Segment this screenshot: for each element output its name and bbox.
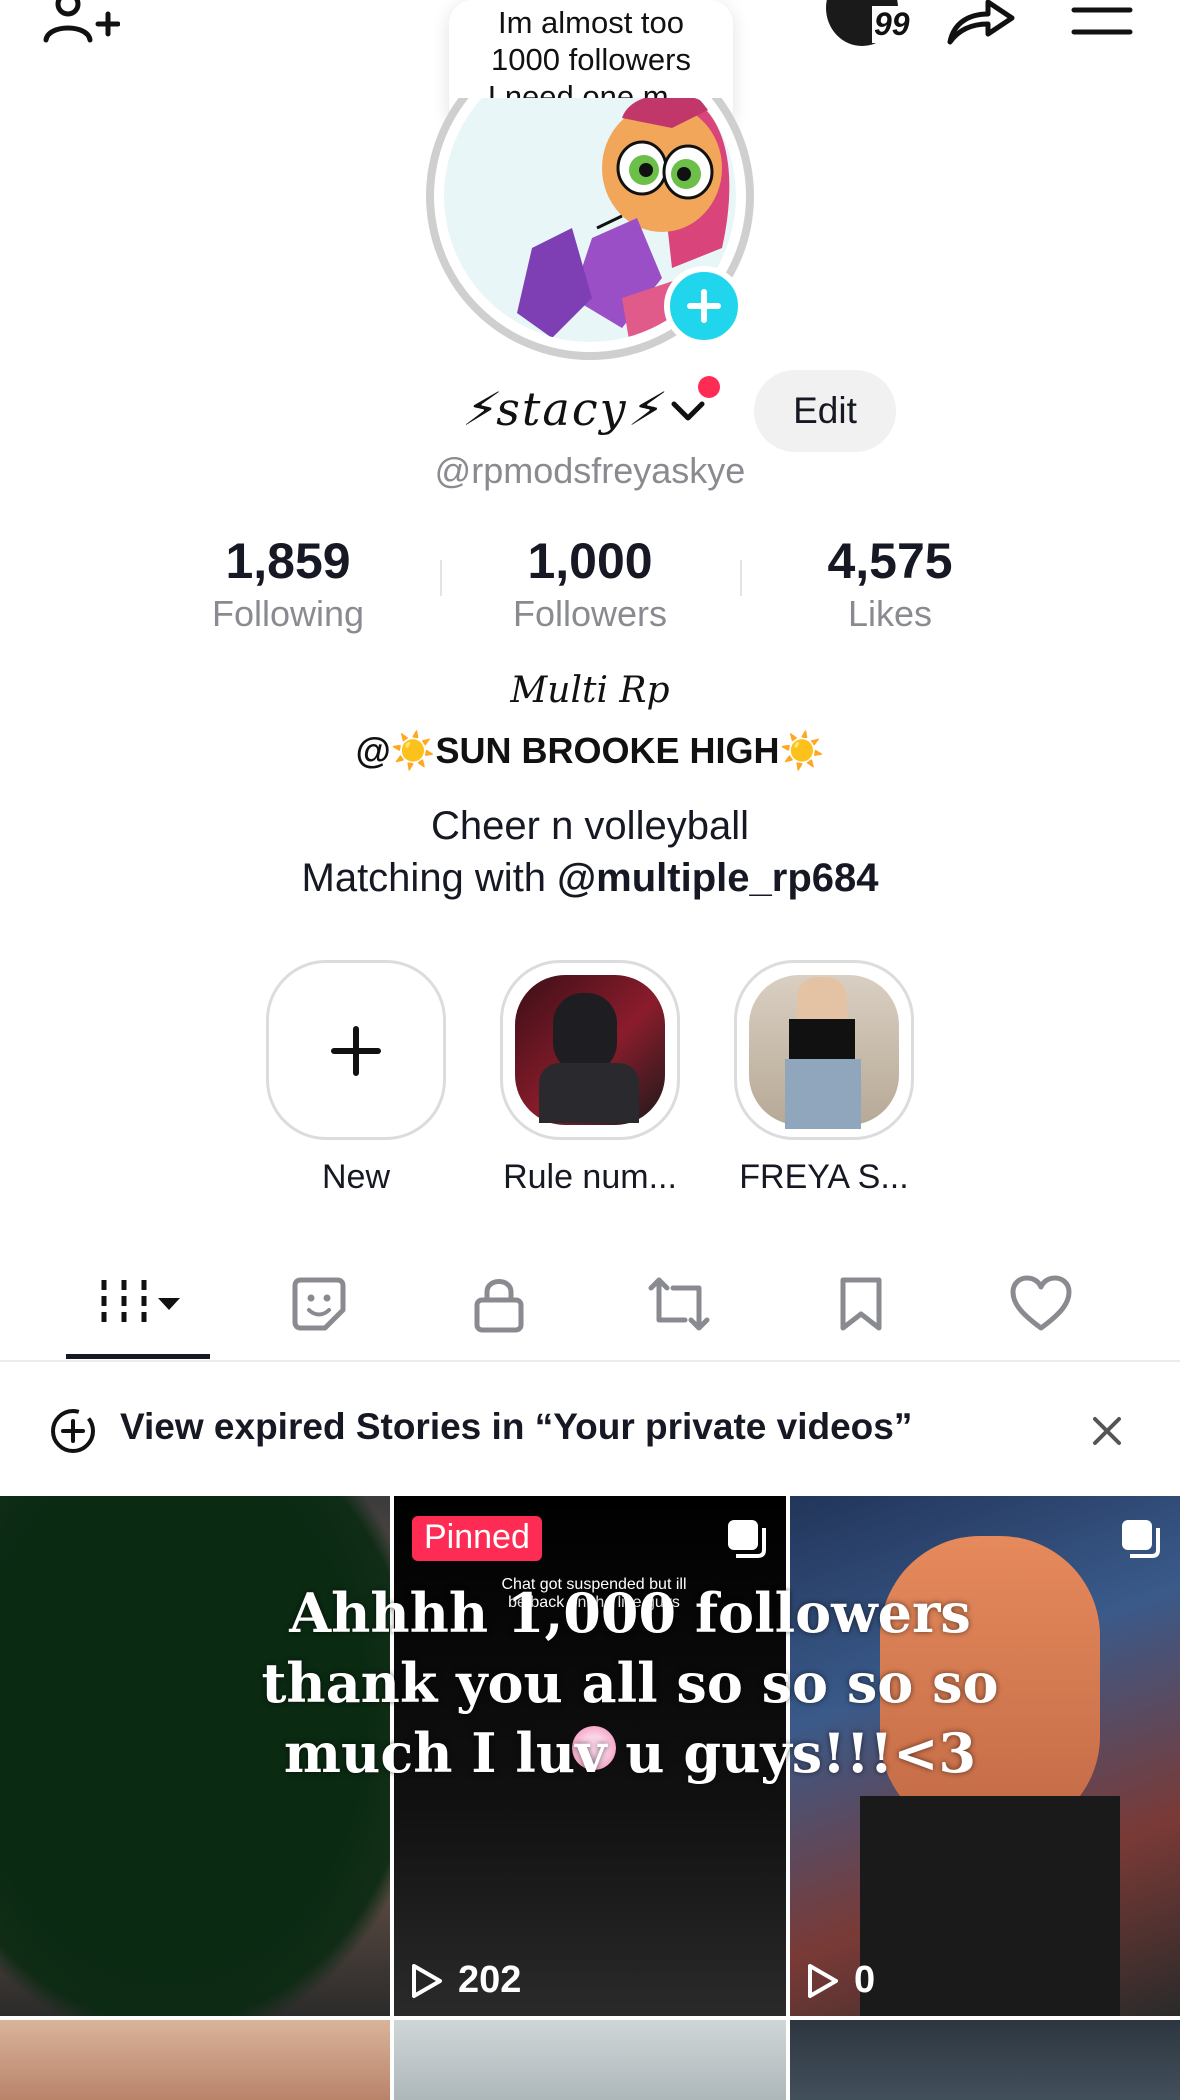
view-count-text: 202 bbox=[458, 1959, 522, 2001]
bio-text: Cheer n volleyball Matching with @multip… bbox=[0, 800, 1180, 904]
close-icon[interactable] bbox=[1090, 1414, 1124, 1448]
following-label: Following bbox=[211, 593, 365, 634]
story-label: New bbox=[321, 1158, 391, 1196]
view-count-text: 0 bbox=[854, 1959, 876, 2001]
tab-reposts[interactable] bbox=[604, 1250, 754, 1358]
stories-icon bbox=[51, 1409, 95, 1453]
tab-stickers[interactable] bbox=[244, 1250, 394, 1358]
share-icon[interactable] bbox=[944, 0, 1016, 46]
plus-icon bbox=[331, 1026, 381, 1076]
bio-line-3: Cheer n volleyball bbox=[431, 804, 749, 848]
notification-dot bbox=[698, 376, 720, 398]
story-label: Rule num... bbox=[503, 1158, 677, 1196]
add-story-plus-icon[interactable] bbox=[664, 266, 744, 346]
account-switch-chevron-icon[interactable] bbox=[668, 396, 708, 426]
following-stat[interactable]: 1,859 Following bbox=[158, 530, 418, 636]
video-thumbnail[interactable] bbox=[790, 2020, 1180, 2100]
story-highlight-rule[interactable]: Rule num... bbox=[497, 960, 683, 1197]
profile-avatar[interactable] bbox=[422, 32, 758, 364]
view-count: 202 bbox=[410, 1959, 521, 2002]
heart-icon bbox=[1010, 1275, 1072, 1331]
add-friend-icon[interactable] bbox=[40, 0, 121, 46]
story-highlight-freya[interactable]: FREYA S... bbox=[731, 960, 917, 1197]
followers-label: Followers bbox=[512, 593, 668, 634]
story-label: FREYA S... bbox=[739, 1158, 909, 1196]
repost-icon bbox=[648, 1277, 710, 1331]
followers-stat[interactable]: 1,000 Followers bbox=[460, 530, 720, 636]
active-tab-indicator bbox=[66, 1354, 210, 1359]
menu-icon[interactable] bbox=[1070, 4, 1134, 44]
edit-profile-button[interactable]: Edit bbox=[754, 370, 896, 452]
highlight-cover bbox=[500, 960, 680, 1140]
expired-stories-banner[interactable]: View expired Stories in “Your private vi… bbox=[0, 1380, 1180, 1480]
videos-grid-icon bbox=[101, 1280, 180, 1328]
likes-count: 4,575 bbox=[827, 533, 953, 589]
overlay-caption: Ahhhh 1,000 followers thank you all so s… bbox=[261, 1581, 999, 1785]
username-handle: @rpmodsfreyaskye bbox=[434, 450, 746, 491]
stat-divider bbox=[440, 560, 442, 596]
display-name[interactable]: ⚡︎stacy⚡︎ bbox=[462, 382, 662, 436]
pinned-badge: Pinned bbox=[412, 1516, 542, 1561]
notification-count: 99 bbox=[872, 6, 912, 43]
video-thumbnail[interactable] bbox=[394, 2020, 786, 2100]
stats-row: 1,859 Following 1,000 Followers 4,575 Li… bbox=[0, 530, 1180, 640]
bio-mention-link[interactable]: @multiple_rp684 bbox=[557, 856, 878, 900]
followers-count: 1,000 bbox=[527, 533, 653, 589]
new-highlight-circle bbox=[266, 960, 446, 1140]
note-line-1: Im almost too bbox=[497, 5, 685, 40]
bio-line-2: @☀️SUN BROOKE HIGH☀️ bbox=[355, 730, 825, 771]
multi-image-icon bbox=[1122, 1520, 1160, 1558]
tab-favorites[interactable] bbox=[786, 1250, 936, 1358]
play-icon bbox=[808, 1963, 838, 1998]
tab-liked[interactable] bbox=[966, 1250, 1116, 1358]
banner-text: View expired Stories in “Your private vi… bbox=[120, 1406, 913, 1447]
following-count: 1,859 bbox=[225, 533, 351, 589]
tab-private[interactable] bbox=[424, 1250, 574, 1358]
likes-stat[interactable]: 4,575 Likes bbox=[760, 530, 1020, 636]
notifications-avatar[interactable]: 99 bbox=[826, 0, 926, 48]
content-tabs bbox=[0, 1250, 1180, 1362]
bio-line-1: Multi Rp bbox=[510, 670, 670, 711]
view-count: 0 bbox=[806, 1959, 875, 2002]
highlight-cover bbox=[734, 960, 914, 1140]
bio-line-4-prefix: Matching with bbox=[301, 856, 558, 900]
bio-line-4: Matching with @multiple_rp684 bbox=[0, 852, 1180, 904]
story-highlight-new[interactable]: New bbox=[263, 960, 449, 1197]
tab-videos[interactable] bbox=[64, 1250, 214, 1358]
note-line-2: 1000 followers bbox=[491, 42, 691, 77]
stat-divider bbox=[740, 560, 742, 596]
video-thumbnail[interactable] bbox=[0, 2020, 390, 2100]
likes-label: Likes bbox=[847, 593, 933, 634]
stickers-icon bbox=[292, 1277, 346, 1331]
multi-image-icon bbox=[728, 1520, 766, 1558]
bookmark-icon bbox=[840, 1277, 882, 1331]
play-icon bbox=[412, 1963, 442, 1998]
lock-icon bbox=[474, 1279, 524, 1333]
